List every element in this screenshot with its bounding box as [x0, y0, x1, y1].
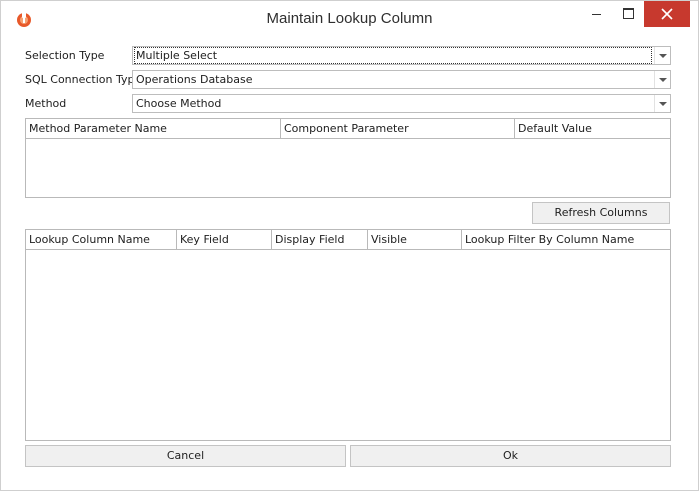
column-header[interactable]: Key Field — [177, 230, 272, 249]
method-parameters-grid[interactable]: Method Parameter Name Component Paramete… — [25, 118, 671, 198]
column-header[interactable]: Component Parameter — [281, 119, 515, 138]
selection-type-value: Multiple Select — [134, 47, 652, 64]
cancel-button[interactable]: Cancel — [25, 445, 346, 467]
chevron-down-icon[interactable] — [654, 47, 670, 64]
selection-type-label: Selection Type — [25, 49, 105, 62]
dialog-window: Maintain Lookup Column Selection Type Mu… — [0, 0, 699, 491]
lookup-columns-grid[interactable]: Lookup Column Name Key Field Display Fie… — [25, 229, 671, 441]
maximize-button[interactable] — [612, 1, 644, 27]
grid-header: Lookup Column Name Key Field Display Fie… — [26, 230, 670, 250]
column-header[interactable]: Display Field — [272, 230, 368, 249]
column-header[interactable]: Default Value — [515, 119, 670, 138]
ok-button[interactable]: Ok — [350, 445, 671, 467]
column-header[interactable]: Method Parameter Name — [26, 119, 281, 138]
column-header[interactable]: Visible — [368, 230, 462, 249]
sql-connection-type-dropdown[interactable]: Operations Database — [132, 70, 671, 89]
method-dropdown[interactable]: Choose Method — [132, 94, 671, 113]
method-value: Choose Method — [136, 97, 222, 110]
refresh-columns-button[interactable]: Refresh Columns — [532, 202, 670, 224]
chevron-down-icon[interactable] — [654, 71, 670, 88]
column-header[interactable]: Lookup Column Name — [26, 230, 177, 249]
close-button[interactable] — [644, 1, 690, 27]
minimize-button[interactable] — [580, 1, 612, 27]
sql-connection-type-value: Operations Database — [136, 73, 253, 86]
title-bar: Maintain Lookup Column — [1, 1, 698, 37]
close-icon — [661, 8, 673, 20]
method-label: Method — [25, 97, 67, 110]
selection-type-dropdown[interactable]: Multiple Select — [132, 46, 671, 65]
chevron-down-icon[interactable] — [654, 95, 670, 112]
sql-connection-type-label: SQL Connection Type — [25, 73, 142, 86]
grid-header: Method Parameter Name Component Paramete… — [26, 119, 670, 139]
column-header[interactable]: Lookup Filter By Column Name — [462, 230, 670, 249]
